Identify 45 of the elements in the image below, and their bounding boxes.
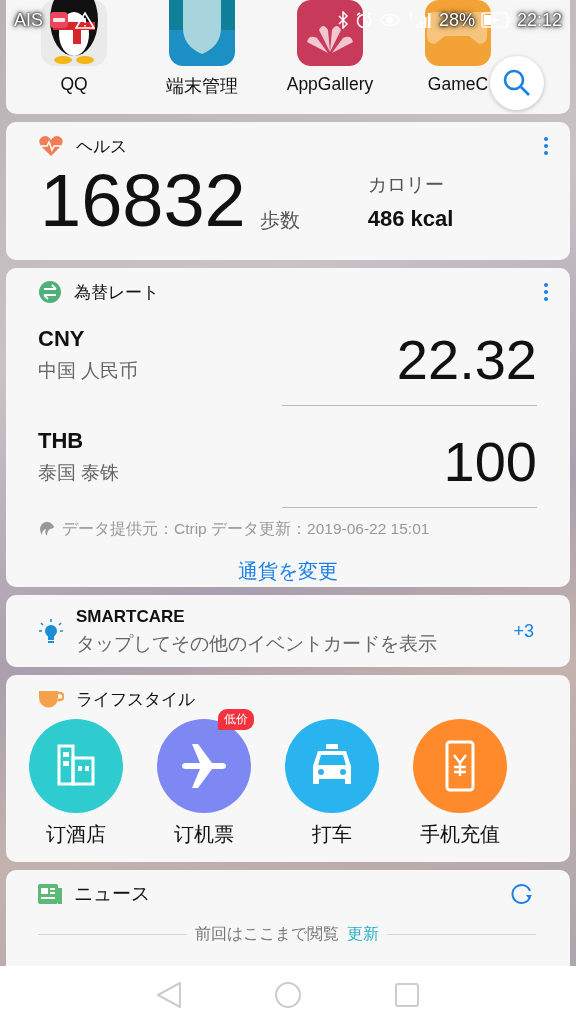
- bluetooth-icon: [336, 11, 349, 29]
- card-title: ヘルス: [76, 135, 127, 158]
- currency-name: 中国 人民币: [38, 359, 139, 383]
- exchange-icon: [38, 280, 62, 304]
- currency-code[interactable]: THB: [38, 428, 120, 454]
- refresh-icon[interactable]: [510, 882, 534, 906]
- change-currency-button[interactable]: 通貨を変更: [228, 554, 348, 589]
- amount-field[interactable]: 22.32: [282, 314, 537, 406]
- clock-time: 22:12: [516, 9, 562, 31]
- service-label[interactable]: 手机充值: [420, 821, 500, 848]
- service-label[interactable]: 订酒店: [46, 821, 106, 848]
- service-label[interactable]: 打车: [312, 821, 352, 848]
- newspaper-icon: [38, 884, 62, 904]
- currency-name: 泰国 泰铢: [38, 461, 120, 485]
- battery-icon: [480, 12, 511, 28]
- search-icon[interactable]: [502, 68, 532, 98]
- heart-pulse-icon: [38, 135, 64, 157]
- search-button[interactable]: [490, 56, 544, 110]
- card-title: SMARTCARE: [76, 606, 186, 627]
- notification-icon: [49, 11, 69, 29]
- coffee-cup-icon: [38, 688, 64, 710]
- app-label[interactable]: GameC: [427, 74, 489, 95]
- app-label[interactable]: QQ: [60, 74, 88, 95]
- amount-field[interactable]: 100: [282, 416, 537, 508]
- currency-code[interactable]: CNY: [38, 326, 139, 352]
- carrier-label: AIS: [14, 9, 43, 31]
- event-count[interactable]: +3: [513, 620, 534, 642]
- calories-value: 486 kcal: [367, 206, 454, 232]
- calories-label: カロリー: [367, 173, 445, 197]
- card-title: 為替レート: [74, 281, 159, 304]
- app-label[interactable]: 端末管理: [166, 74, 238, 98]
- app-label[interactable]: AppGallery: [286, 74, 374, 95]
- card-title: ニュース: [74, 882, 150, 906]
- alarm-icon: [354, 11, 373, 29]
- card-description: タップしてその他のイベントカードを表示: [76, 631, 438, 656]
- warning-icon: [75, 11, 95, 29]
- service-label[interactable]: 订机票: [174, 821, 234, 848]
- data-source-text: データ提供元：Ctrip データ更新：2019-06-22 15:01: [62, 518, 430, 539]
- step-unit: 歩数: [259, 208, 300, 233]
- lightbulb-icon: [38, 618, 64, 644]
- battery-percent: 28%: [438, 9, 475, 31]
- discount-badge: 低价: [218, 709, 254, 730]
- last-read-text: 前回はここまで閲覧: [195, 924, 339, 944]
- step-count: 16832: [40, 164, 246, 238]
- card-title: ライフスタイル: [76, 688, 195, 711]
